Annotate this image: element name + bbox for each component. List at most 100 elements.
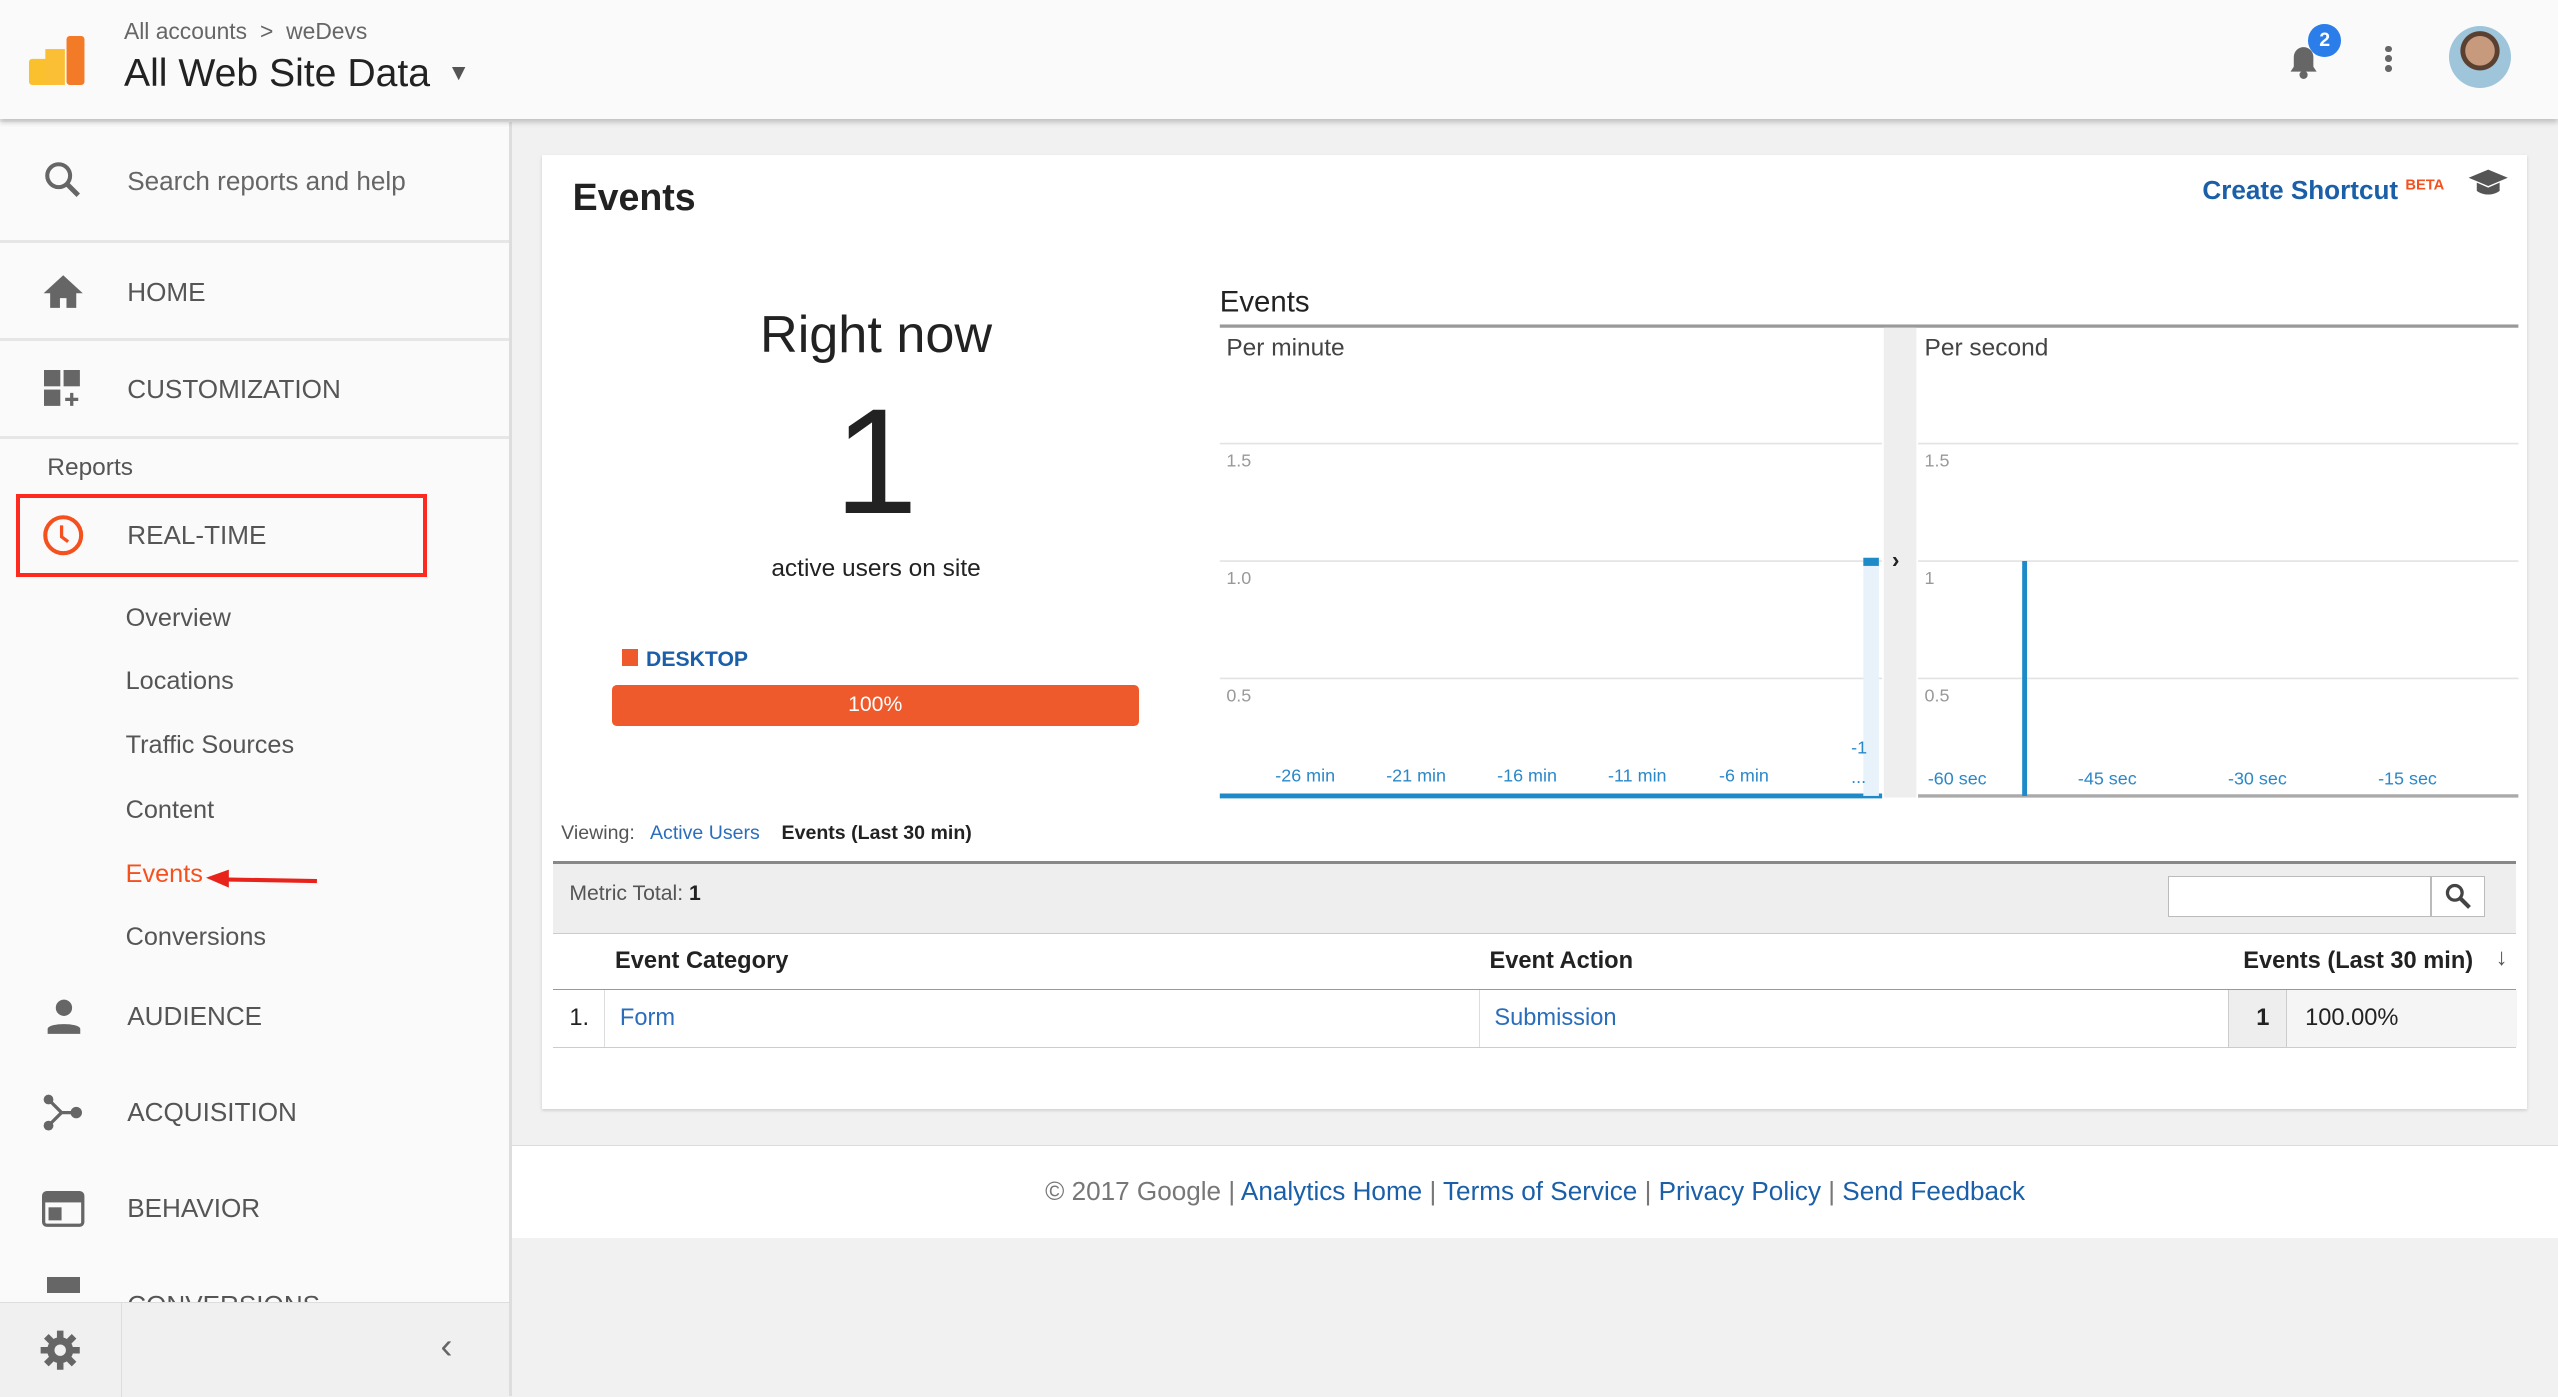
table-search-button[interactable] (2430, 875, 2485, 917)
chart-title: Events (1220, 286, 1310, 319)
x-tick-label: -15 sec (2379, 769, 2438, 789)
sidebar: Search reports and help HOME CUSTOMIZATI… (0, 122, 512, 1397)
y-tick-label: 0.5 (1925, 685, 1950, 705)
search-input[interactable]: Search reports and help (127, 166, 406, 197)
footer-link-terms[interactable]: Terms of Service (1443, 1176, 1637, 1206)
footer-link-privacy[interactable]: Privacy Policy (1659, 1176, 1821, 1206)
table-row: 1. Form Submission 1 100.00% (553, 990, 2517, 1049)
row-index: 1. (569, 1004, 590, 1031)
device-percent: 100% (848, 693, 903, 717)
create-shortcut-label: Create Shortcut (2202, 174, 2399, 205)
header-event-category[interactable]: Event Category (615, 948, 788, 975)
y-tick-label: 1.5 (1925, 451, 1950, 471)
table-header: Event Category Event Action Events (Last… (553, 933, 2516, 990)
tab-events[interactable]: Events (Last 30 min) (782, 822, 972, 844)
device-bar-fill: 100% (611, 685, 1139, 726)
x-tick-label: ... (1852, 767, 1867, 787)
chart-subtitle: Per second (1925, 335, 2049, 362)
event-category-link[interactable]: Form (620, 1005, 675, 1032)
active-users-count: 1 (834, 377, 918, 546)
events-charts: Events › Per minute 0.5 1.0 1.5 -26 min -21 min… (1220, 286, 2519, 799)
breadcrumb-all-accounts[interactable]: All accounts (124, 18, 247, 44)
event-percent: 100.00% (2305, 1004, 2399, 1031)
nav-home-label: HOME (127, 276, 206, 307)
nav-behavior-label: BEHAVIOR (127, 1193, 261, 1224)
nav-realtime-events[interactable]: Events (126, 860, 203, 889)
search-icon (45, 162, 81, 198)
flag-icon (47, 1276, 80, 1293)
dropdown-arrow-icon: ▼ (447, 58, 470, 85)
metric-total-bar: Metric Total: 1 (553, 861, 2516, 934)
settings-button[interactable] (0, 1302, 122, 1397)
notification-badge: 2 (2308, 24, 2342, 58)
footer: © 2017 Google | Analytics Home | Terms o… (512, 1145, 2558, 1238)
create-shortcut-link[interactable]: Create Shortcut BETA (2202, 175, 2444, 206)
user-avatar[interactable] (2448, 26, 2511, 89)
nav-realtime-locations[interactable]: Locations (126, 667, 234, 696)
tab-active-users[interactable]: Active Users (650, 822, 760, 844)
notifications-button[interactable]: 2 (2284, 24, 2342, 88)
nav-realtime-content[interactable]: Content (126, 796, 215, 825)
nav-home[interactable]: HOME (0, 256, 509, 328)
bar (2022, 561, 2028, 797)
device-label: DESKTOP (646, 647, 749, 671)
more-options-icon[interactable] (2385, 42, 2395, 75)
person-icon (47, 1000, 80, 1035)
breadcrumb-separator: > (259, 17, 274, 44)
nav-customization[interactable]: CUSTOMIZATION (0, 354, 509, 426)
search-reports[interactable]: Search reports and help (0, 145, 509, 217)
gear-icon (40, 1330, 80, 1370)
breadcrumb: All accounts > weDevs (124, 18, 367, 45)
copyright: © 2017 Google (1045, 1176, 1222, 1207)
x-tick-label: -16 min (1498, 765, 1558, 785)
breadcrumb-account[interactable]: weDevs (286, 18, 367, 44)
view-selector[interactable]: All Web Site Data ▼ (124, 52, 470, 96)
graduation-cap-icon[interactable] (2467, 168, 2509, 197)
nav-audience[interactable]: AUDIENCE (0, 980, 509, 1052)
x-tick-label: -60 sec (1928, 769, 1987, 789)
page-title: Events (572, 176, 696, 219)
chart-subtitle: Per minute (1227, 335, 1345, 362)
bar (1863, 557, 1880, 567)
sort-desc-icon[interactable]: ↓ (2496, 945, 2508, 972)
nav-acquisition[interactable]: ACQUISITION (0, 1077, 509, 1149)
dashboard-add-icon (44, 370, 80, 407)
footer-link-analytics-home[interactable]: Analytics Home (1241, 1176, 1422, 1206)
nav-realtime-conversions[interactable]: Conversions (126, 923, 266, 952)
y-tick-label: 1 (1925, 568, 1935, 588)
x-tick-label: -6 min (1719, 765, 1769, 785)
behavior-icon (42, 1190, 85, 1227)
header-event-action[interactable]: Event Action (1489, 948, 1633, 975)
nav-realtime-overview[interactable]: Overview (126, 604, 231, 633)
viewing-label: Viewing: (561, 822, 635, 845)
viewing-bar: Viewing: Active Users Events (Last 30 mi… (561, 822, 972, 845)
chart-divider (1884, 327, 1917, 798)
collapse-sidebar-icon[interactable]: ‹ (440, 1326, 452, 1367)
bar-hover-bg (1863, 557, 1880, 797)
x-tick-label: -26 min (1276, 765, 1336, 785)
x-tick-label: -30 sec (2228, 769, 2287, 789)
event-action-link[interactable]: Submission (1494, 1005, 1616, 1032)
red-arrow-annotation (205, 869, 317, 888)
device-legend: DESKTOP (621, 647, 749, 672)
y-tick-label: 0.5 (1227, 685, 1252, 705)
nav-customization-label: CUSTOMIZATION (127, 374, 341, 405)
home-icon (44, 275, 84, 309)
footer-link-feedback[interactable]: Send Feedback (1842, 1176, 2025, 1206)
table-search-input[interactable] (2168, 875, 2432, 917)
sidebar-footer: ‹ (0, 1301, 509, 1397)
highlight-box (16, 494, 428, 578)
expand-chevron-icon: › (1892, 547, 1900, 573)
x-tick-label: -1 (1852, 738, 1868, 758)
nav-realtime-traffic-sources[interactable]: Traffic Sources (126, 731, 295, 760)
header-events-count[interactable]: Events (Last 30 min) (2243, 948, 2473, 975)
x-tick-label: -11 min (1609, 765, 1667, 785)
top-bar: All accounts > weDevs All Web Site Data … (0, 0, 2558, 120)
metric-total-label: Metric Total: (569, 882, 684, 906)
view-title: All Web Site Data (123, 52, 430, 96)
x-tick-label: -45 sec (2078, 769, 2137, 789)
metric-total-value: 1 (689, 882, 701, 906)
nav-conversions[interactable]: CONVERSIONS (0, 1264, 509, 1303)
nav-behavior[interactable]: BEHAVIOR (0, 1173, 509, 1245)
search-icon (2445, 884, 2471, 910)
